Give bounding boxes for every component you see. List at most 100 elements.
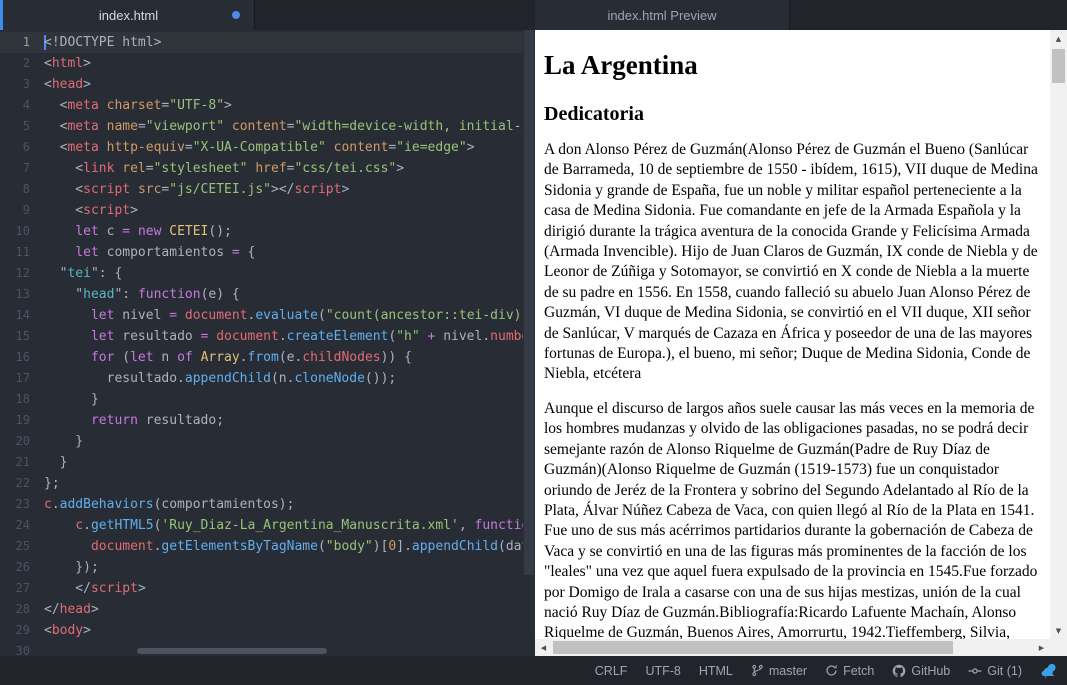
branch-indicator[interactable]: master bbox=[751, 664, 807, 678]
line-content: <script> bbox=[30, 200, 138, 221]
code-line[interactable]: 24 c.getHTML5('Ruy_Diaz-La_Argentina_Man… bbox=[0, 515, 523, 536]
code-line[interactable]: 28</head> bbox=[0, 599, 523, 620]
encoding-indicator[interactable]: UTF-8 bbox=[645, 664, 680, 678]
line-content: <body> bbox=[30, 620, 91, 641]
tab-index-html-preview[interactable]: index.html Preview bbox=[535, 0, 790, 30]
squirrel-extension-button[interactable] bbox=[1040, 663, 1057, 679]
preview-horizontal-scrollbar[interactable]: ◀ ▶ bbox=[535, 639, 1050, 656]
line-number: 8 bbox=[0, 179, 30, 200]
scroll-left-icon[interactable]: ◀ bbox=[535, 639, 552, 656]
code-editor[interactable]: 1<!DOCTYPE html>2<html>3<head>4 <meta ch… bbox=[0, 30, 535, 656]
code-line[interactable]: 6 <meta http-equiv="X-UA-Compatible" con… bbox=[0, 137, 523, 158]
code-line[interactable]: 21 } bbox=[0, 452, 523, 473]
line-content: c.addBehaviors(comportamientos); bbox=[30, 494, 294, 515]
line-content: document.getElementsByTagName("body")[0]… bbox=[30, 536, 523, 557]
line-content: }; bbox=[30, 473, 60, 494]
code-line[interactable]: 1<!DOCTYPE html> bbox=[0, 32, 523, 53]
line-content: c.getHTML5('Ruy_Diaz-La_Argentina_Manusc… bbox=[30, 515, 523, 536]
line-number: 13 bbox=[0, 284, 30, 305]
line-number: 5 bbox=[0, 116, 30, 137]
line-number: 27 bbox=[0, 578, 30, 599]
code-line[interactable]: 22}; bbox=[0, 473, 523, 494]
tab-preview-label: index.html Preview bbox=[607, 8, 716, 23]
status-bar: CRLF UTF-8 HTML master Fetch GitHub Git … bbox=[0, 656, 1067, 685]
line-number: 26 bbox=[0, 557, 30, 578]
git-status-indicator[interactable]: Git (1) bbox=[968, 664, 1022, 678]
code-line[interactable]: 18 } bbox=[0, 389, 523, 410]
code-line[interactable]: 4 <meta charset="UTF-8"> bbox=[0, 95, 523, 116]
line-content: for (let n of Array.from(e.childNodes)) … bbox=[30, 347, 412, 368]
git-commit-icon bbox=[968, 664, 982, 678]
line-number: 29 bbox=[0, 620, 30, 641]
code-line[interactable]: 15 let resultado = document.createElemen… bbox=[0, 326, 523, 347]
code-line[interactable]: 26 }); bbox=[0, 557, 523, 578]
code-line[interactable]: 14 let nivel = document.evaluate("count(… bbox=[0, 305, 523, 326]
scroll-up-icon[interactable]: ▲ bbox=[1050, 30, 1067, 47]
line-content: <!DOCTYPE html> bbox=[30, 32, 161, 53]
squirrel-icon bbox=[1040, 663, 1057, 679]
fetch-button[interactable]: Fetch bbox=[825, 664, 874, 678]
code-line[interactable]: 2<html> bbox=[0, 53, 523, 74]
code-line[interactable]: 7 <link rel="stylesheet" href="css/tei.c… bbox=[0, 158, 523, 179]
line-content: <head> bbox=[30, 74, 91, 95]
line-content: <script src="js/CETEI.js"></script> bbox=[30, 179, 349, 200]
code-line[interactable]: 11 let comportamientos = { bbox=[0, 242, 523, 263]
line-number: 9 bbox=[0, 200, 30, 221]
code-line[interactable]: 23c.addBehaviors(comportamientos); bbox=[0, 494, 523, 515]
line-content: } bbox=[30, 389, 99, 410]
code-line[interactable]: 19 return resultado; bbox=[0, 410, 523, 431]
editor-vertical-scrollbar[interactable] bbox=[524, 30, 534, 575]
tab-index-html[interactable]: index.html bbox=[3, 0, 255, 30]
line-content: let resultado = document.createElement("… bbox=[30, 326, 523, 347]
git-status-label: Git (1) bbox=[987, 664, 1022, 678]
code-line[interactable]: 8 <script src="js/CETEI.js"></script> bbox=[0, 179, 523, 200]
line-content: </script> bbox=[30, 578, 146, 599]
scroll-right-icon[interactable]: ▶ bbox=[1033, 639, 1050, 656]
language-indicator[interactable]: HTML bbox=[699, 664, 733, 678]
code-line[interactable]: 29<body> bbox=[0, 620, 523, 641]
code-line[interactable]: 16 for (let n of Array.from(e.childNodes… bbox=[0, 347, 523, 368]
preview-vertical-scrollbar[interactable]: ▲ ▼ bbox=[1050, 30, 1067, 639]
line-content: }); bbox=[30, 557, 99, 578]
modified-dot-icon[interactable] bbox=[232, 11, 240, 19]
scroll-down-icon[interactable]: ▼ bbox=[1050, 622, 1067, 639]
code-line[interactable]: 3<head> bbox=[0, 74, 523, 95]
preview-paragraph: A don Alonso Pérez de Guzmán(Alonso Pére… bbox=[544, 140, 1042, 385]
line-content: <meta http-equiv="X-UA-Compatible" conte… bbox=[30, 137, 475, 158]
code-line[interactable]: 13 "head": function(e) { bbox=[0, 284, 523, 305]
line-number: 10 bbox=[0, 221, 30, 242]
line-content: <meta charset="UTF-8"> bbox=[30, 95, 232, 116]
code-line[interactable]: 25 document.getElementsByTagName("body")… bbox=[0, 536, 523, 557]
code-line[interactable]: 5 <meta name="viewport" content="width=d… bbox=[0, 116, 523, 137]
line-number: 21 bbox=[0, 452, 30, 473]
code-line[interactable]: 12 "tei": { bbox=[0, 263, 523, 284]
vertical-scroll-thumb[interactable] bbox=[1052, 49, 1065, 83]
line-number: 15 bbox=[0, 326, 30, 347]
code-line[interactable]: 17 resultado.appendChild(n.cloneNode()); bbox=[0, 368, 523, 389]
line-content: } bbox=[30, 452, 67, 473]
sync-icon bbox=[825, 664, 838, 677]
html-preview-pane: La Argentina Dedicatoria A don Alonso Pé… bbox=[535, 30, 1067, 656]
line-content bbox=[30, 641, 44, 656]
line-content: <link rel="stylesheet" href="css/tei.css… bbox=[30, 158, 404, 179]
code-line[interactable]: 20 } bbox=[0, 431, 523, 452]
vscode-window: index.html index.html Preview 1<!DOCTYPE… bbox=[0, 0, 1067, 685]
horizontal-scroll-thumb[interactable] bbox=[553, 641, 953, 654]
code-line[interactable]: 10 let c = new CETEI(); bbox=[0, 221, 523, 242]
line-number: 6 bbox=[0, 137, 30, 158]
code-line[interactable]: 27 </script> bbox=[0, 578, 523, 599]
code-line[interactable]: 9 <script> bbox=[0, 200, 523, 221]
github-button[interactable]: GitHub bbox=[892, 664, 950, 678]
line-number: 18 bbox=[0, 389, 30, 410]
preview-heading: Dedicatoria bbox=[544, 103, 1042, 126]
github-icon bbox=[892, 664, 906, 678]
github-label: GitHub bbox=[911, 664, 950, 678]
eol-indicator[interactable]: CRLF bbox=[595, 664, 628, 678]
line-content: let c = new CETEI(); bbox=[30, 221, 232, 242]
line-number: 4 bbox=[0, 95, 30, 116]
line-number: 20 bbox=[0, 431, 30, 452]
line-number: 28 bbox=[0, 599, 30, 620]
editor-horizontal-scrollbar[interactable] bbox=[137, 648, 327, 654]
line-content: "tei": { bbox=[30, 263, 122, 284]
preview-content: La Argentina Dedicatoria A don Alonso Pé… bbox=[535, 30, 1050, 656]
